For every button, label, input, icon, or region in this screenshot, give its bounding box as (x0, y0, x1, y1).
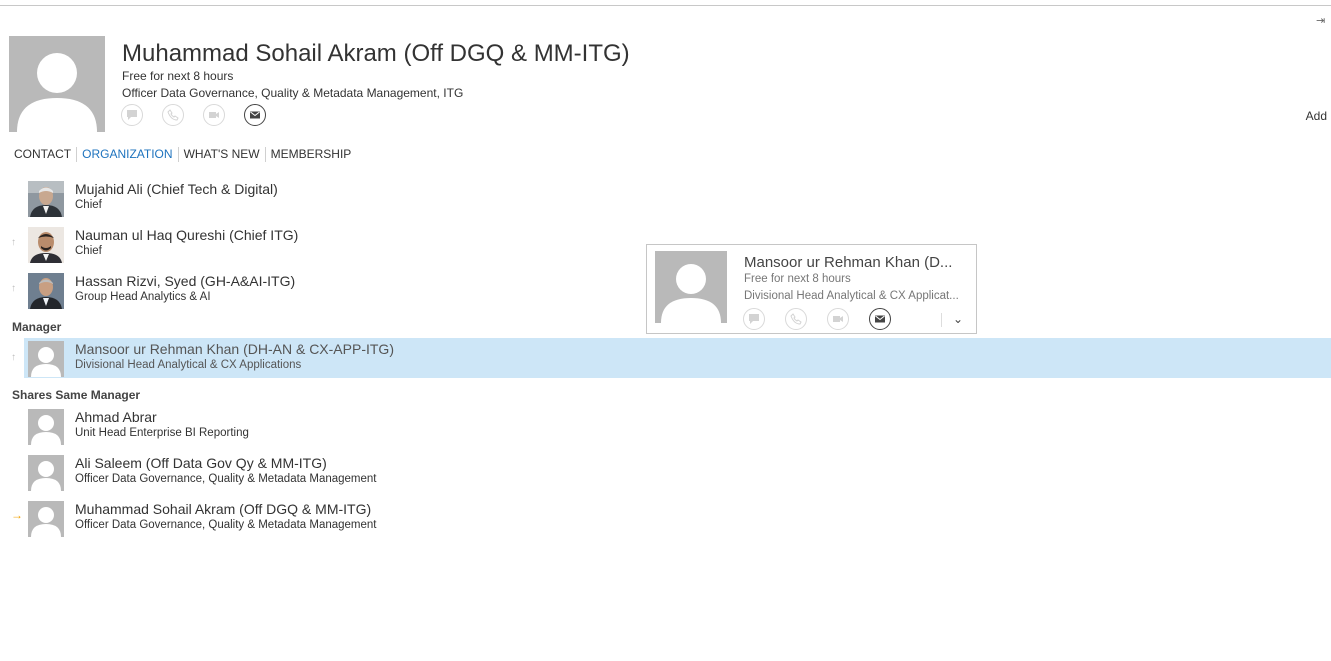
peer-list-item[interactable]: → Muhammad Sohail Akram (Off DGQ & MM-IT… (0, 498, 1331, 538)
contact-avatar (9, 36, 105, 132)
im-button[interactable] (121, 104, 143, 126)
add-contact-link[interactable]: Add (1306, 109, 1327, 123)
up-arrow-icon: ↑ (11, 237, 16, 248)
org-person-name: Nauman ul Haq Qureshi (Chief ITG) (75, 227, 299, 243)
contact-status: Free for next 8 hours (122, 69, 234, 83)
peer-title: Officer Data Governance, Quality & Metad… (75, 473, 377, 485)
contact-hover-card[interactable]: Mansoor ur Rehman Khan (D... Free for ne… (646, 244, 977, 334)
hover-card-avatar (655, 251, 727, 323)
email-button[interactable] (244, 104, 266, 126)
tab-organization[interactable]: ORGANIZATION (77, 147, 179, 162)
peer-title: Unit Head Enterprise BI Reporting (75, 427, 249, 439)
peer-name: Ahmad Abrar (75, 409, 157, 425)
pin-icon[interactable]: ⇥ (1316, 14, 1325, 27)
contact-name: Muhammad Sohail Akram (Off DGQ & MM-ITG) (122, 40, 630, 67)
hover-card-divider (941, 313, 942, 327)
avatar (28, 501, 64, 537)
video-icon (833, 316, 843, 322)
mail-icon (875, 315, 885, 323)
hover-card-actions (743, 308, 891, 330)
call-button[interactable] (785, 308, 807, 330)
video-icon (209, 112, 219, 118)
avatar (28, 181, 64, 217)
manager-list-item[interactable]: Mansoor ur Rehman Khan (DH-AN & CX-APP-I… (24, 338, 1331, 378)
up-arrow-icon: ↑ (11, 283, 16, 294)
im-button[interactable] (743, 308, 765, 330)
phone-icon (167, 109, 179, 121)
avatar (28, 273, 64, 309)
video-button[interactable] (827, 308, 849, 330)
chevron-down-icon[interactable]: ⌄ (953, 312, 963, 326)
manager-heading: Manager (12, 320, 62, 334)
tab-contact[interactable]: CONTACT (9, 147, 78, 162)
peer-name: Muhammad Sohail Akram (Off DGQ & MM-ITG) (75, 501, 372, 517)
up-arrow-icon: ↑ (11, 352, 16, 363)
peer-list-item[interactable]: Ahmad Abrar Unit Head Enterprise BI Repo… (0, 406, 1331, 446)
tab-membership[interactable]: MEMBERSHIP (266, 147, 357, 162)
peer-name: Ali Saleem (Off Data Gov Qy & MM-ITG) (75, 455, 327, 471)
hover-card-status: Free for next 8 hours (744, 273, 851, 285)
org-person-name: Mujahid Ali (Chief Tech & Digital) (75, 181, 278, 197)
chat-icon (749, 314, 759, 324)
org-person-name: Hassan Rizvi, Syed (GH-A&AI-ITG) (75, 273, 296, 289)
org-person-title: Chief (75, 199, 102, 211)
tab-bar: CONTACT ORGANIZATION WHAT'S NEW MEMBERSH… (9, 147, 356, 162)
peer-list-item[interactable]: Ali Saleem (Off Data Gov Qy & MM-ITG) Of… (0, 452, 1331, 492)
hover-card-title: Divisional Head Analytical & CX Applicat… (744, 290, 959, 302)
chat-icon (127, 110, 137, 120)
current-person-arrow-icon: → (11, 508, 23, 522)
contact-actions (121, 104, 266, 128)
avatar (28, 227, 64, 263)
avatar (28, 409, 64, 445)
org-list-item[interactable]: Mujahid Ali (Chief Tech & Digital) Chief (0, 178, 1331, 218)
org-person-title: Chief (75, 245, 102, 257)
call-button[interactable] (162, 104, 184, 126)
video-button[interactable] (203, 104, 225, 126)
contact-title: Officer Data Governance, Quality & Metad… (122, 86, 464, 100)
peers-heading: Shares Same Manager (12, 388, 141, 402)
avatar (28, 455, 64, 491)
avatar (28, 341, 64, 377)
manager-name: Mansoor ur Rehman Khan (DH-AN & CX-APP-I… (75, 341, 394, 357)
tab-whats-new[interactable]: WHAT'S NEW (179, 147, 266, 162)
org-person-title: Group Head Analytics & AI (75, 291, 211, 303)
manager-title: Divisional Head Analytical & CX Applicat… (75, 359, 302, 371)
peer-title: Officer Data Governance, Quality & Metad… (75, 519, 377, 531)
mail-icon (250, 111, 260, 119)
top-divider (0, 5, 1331, 6)
email-button[interactable] (869, 308, 891, 330)
phone-icon (790, 313, 802, 325)
hover-card-name[interactable]: Mansoor ur Rehman Khan (D... (744, 254, 952, 271)
